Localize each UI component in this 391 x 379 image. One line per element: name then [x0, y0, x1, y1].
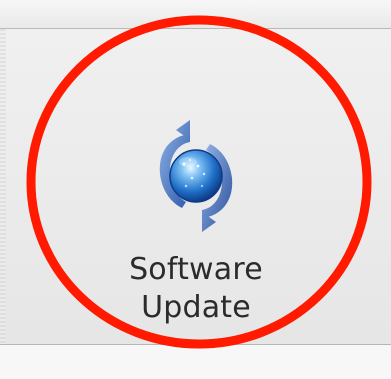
software-update-pref-item[interactable]: Software Update — [86, 98, 306, 338]
toolbar-strip — [0, 0, 391, 28]
preferences-window-crop: Software Update — [0, 0, 391, 379]
pane-edge — [0, 29, 6, 344]
bottom-strip — [0, 345, 391, 379]
pref-item-label-line-2: Update — [141, 290, 251, 325]
pref-item-label-line-1: Software — [129, 252, 263, 287]
software-update-icon — [159, 120, 233, 232]
